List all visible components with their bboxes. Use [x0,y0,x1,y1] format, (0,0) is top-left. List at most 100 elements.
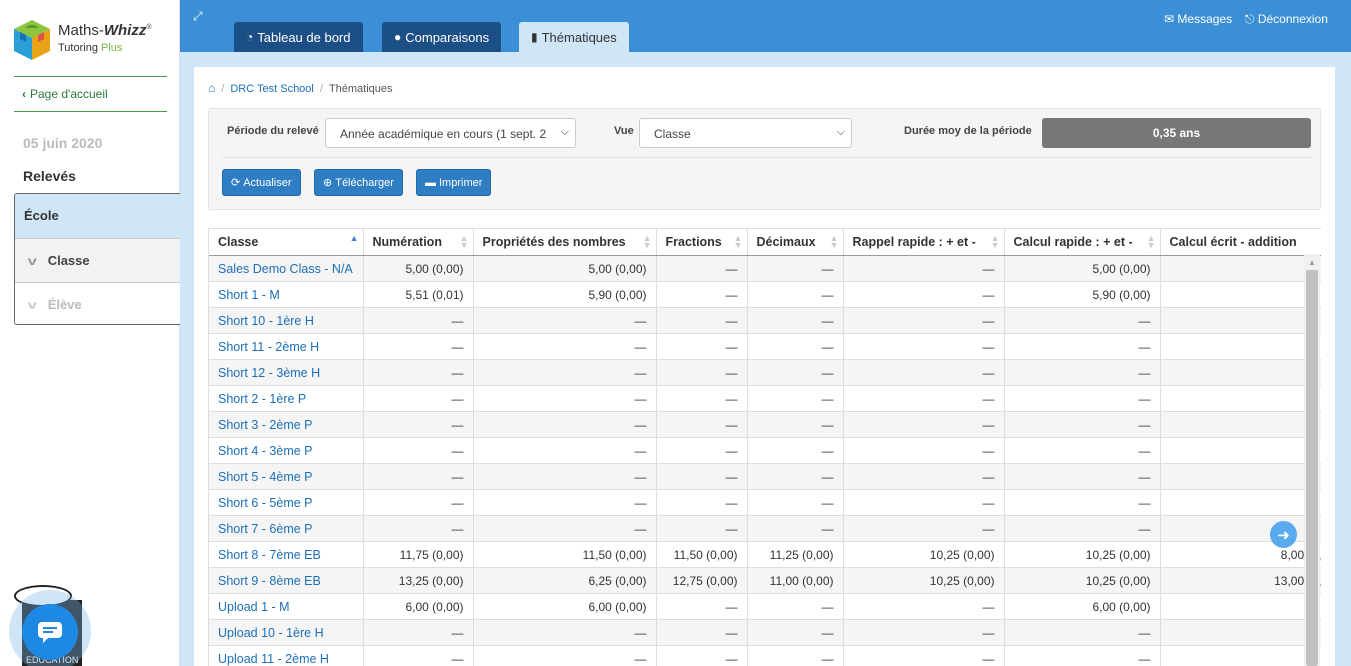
scroll-up-arrow-icon[interactable]: ▲ [1308,258,1316,267]
table-cell: — [747,255,844,282]
class-link[interactable]: Upload 11 - 2ème H [209,645,364,666]
nav-item-classe[interactable]: v Classe [15,238,180,282]
table-cell: — [473,463,657,490]
table-cell: 5,51 (0,01) [363,281,474,308]
maths-whizz-logo[interactable]: Maths-Whizz® Tutoring Plus [12,16,172,66]
table-row: Short 4 - 3ème P — — — — — — [209,437,1321,464]
class-link[interactable]: Short 4 - 3ème P [209,437,364,464]
table-row: Sales Demo Class - N/A 5,00 (0,00) 5,00 (0… [209,255,1321,282]
home-link[interactable]: ‹ Page d'accueil [22,87,108,101]
class-link[interactable]: Short 2 - 1ère P [209,385,364,412]
table-cell: — [843,281,1005,308]
table-cell: 5,90 (0,00) [473,281,657,308]
column-header[interactable]: Décimaux ▲ ▼ [747,228,844,256]
table-cell: 10,25 (0,00) [843,567,1005,594]
table-cell: — [656,255,748,282]
expand-icon[interactable]: ⤢ [193,9,203,24]
column-header[interactable]: Fractions ▲ ▼ [656,228,748,256]
class-link[interactable]: Short 3 - 2ème P [209,411,364,438]
table-cell: — [473,515,657,542]
table-cell: 13,00 (0,( [1160,567,1321,594]
column-header[interactable]: Classe ▲ [209,228,364,256]
class-link[interactable]: Short 12 - 3ème H [209,359,364,386]
period-select[interactable]: Année académique en cours (1 sept. 2 ⌵ [325,118,576,148]
table-cell [1160,255,1321,282]
table-cell [1160,515,1321,542]
download-icon: ⊕ [323,177,333,189]
column-header[interactable]: Calcul rapide : + et - ▲ ▼ [1004,228,1161,256]
column-header[interactable]: Calcul écrit - addition▲▼ [1160,228,1321,256]
table-cell [1160,385,1321,412]
section-title: Relevés [23,168,76,184]
tab-comparaisons[interactable]: ● Comparaisons [382,22,502,52]
print-button[interactable]: ▬ Imprimer [416,169,492,196]
table-cell: — [473,359,657,386]
view-label: Vue [614,125,634,137]
class-link[interactable]: Short 7 - 6ème P [209,515,364,542]
class-link[interactable]: Short 5 - 4ème P [209,463,364,490]
table-cell [1160,281,1321,308]
table-cell: — [473,437,657,464]
column-header[interactable]: Propriétés des nombres ▲ ▼ [473,228,657,256]
table-cell [1160,489,1321,516]
home-icon[interactable]: ⌂ [208,81,215,95]
sort-icon: ▲ ▼ [459,233,469,250]
table-cell: — [747,411,844,438]
table-row: Short 3 - 2ème P — — — — — — [209,411,1321,438]
table-cell: 13,25 (0,00) [363,567,474,594]
table-row: Short 6 - 5ème P — — — — — — [209,489,1321,516]
class-link[interactable]: Short 10 - 1ère H [209,307,364,334]
table-cell: — [656,593,748,620]
chat-button[interactable] [22,604,78,660]
class-link[interactable]: Short 1 - M [209,281,364,308]
table-cell: 6,25 (0,00) [473,567,657,594]
scrollbar-thumb[interactable] [1306,270,1318,666]
period-label: Période du relevé [227,125,319,137]
results-table: Classe ▲ Numération ▲ ▼ Propriétés des nombre… [209,228,1321,666]
table-cell: — [656,645,748,666]
table-cell: — [747,281,844,308]
messages-link[interactable]: ✉ Messages [1164,12,1232,26]
refresh-button[interactable]: ⟳ Actualiser [222,169,301,196]
table-cell: — [1004,645,1161,666]
class-link[interactable]: Upload 1 - M [209,593,364,620]
table-cell [1160,437,1321,464]
table-cell: — [473,645,657,666]
table-header-row: Classe ▲ Numération ▲ ▼ Propriétés des nombre… [209,228,1321,256]
table-cell: — [363,619,474,646]
download-button[interactable]: ⊕ Télécharger [314,169,403,196]
nav-item-eleve[interactable]: v Élève [15,282,180,324]
class-link[interactable]: Short 8 - 7ème EB [209,541,364,568]
class-link[interactable]: Short 9 - 8ème EB [209,567,364,594]
table-cell: 8,00 (0,( [1160,541,1321,568]
print-icon: ▬ [425,176,436,189]
table-cell: 10,25 (0,00) [1004,541,1161,568]
nav-item-ecole[interactable]: École [15,194,180,238]
class-link[interactable]: Short 6 - 5ème P [209,489,364,516]
results-table-container[interactable]: Classe ▲ Numération ▲ ▼ Propriétés des nombre… [208,228,1321,666]
table-cell [1160,619,1321,646]
table-cell: — [656,385,748,412]
class-link[interactable]: Sales Demo Class - N/A [209,255,364,282]
table-cell: — [363,463,474,490]
table-cell: 12,75 (0,00) [656,567,748,594]
view-select[interactable]: Classe ⌵ [639,118,852,148]
table-cell: — [363,359,474,386]
class-link[interactable]: Upload 10 - 1ère H [209,619,364,646]
table-cell: — [363,645,474,666]
column-header[interactable]: Numération ▲ ▼ [363,228,474,256]
tab-thematiques[interactable]: ▮ Thématiques [519,22,629,52]
table-cell: — [363,333,474,360]
table-cell: — [1004,489,1161,516]
logout-link[interactable]: ⎋ Déconnexion [1245,12,1328,27]
user-icon: ● [394,30,402,44]
class-link[interactable]: Short 11 - 2ème H [209,333,364,360]
table-cell: 5,00 (0,00) [473,255,657,282]
table-cell: — [473,411,657,438]
tab-tableau-de-bord[interactable]: ◔ Tableau de bord [234,22,363,52]
table-cell: — [1004,515,1161,542]
breadcrumb-school[interactable]: DRC Test School [230,83,314,95]
chevron-down-icon: ⌵ [560,126,569,138]
column-header[interactable]: Rappel rapide : + et - ▲ ▼ [843,228,1005,256]
scroll-right-button[interactable]: ➜ [1270,521,1297,548]
